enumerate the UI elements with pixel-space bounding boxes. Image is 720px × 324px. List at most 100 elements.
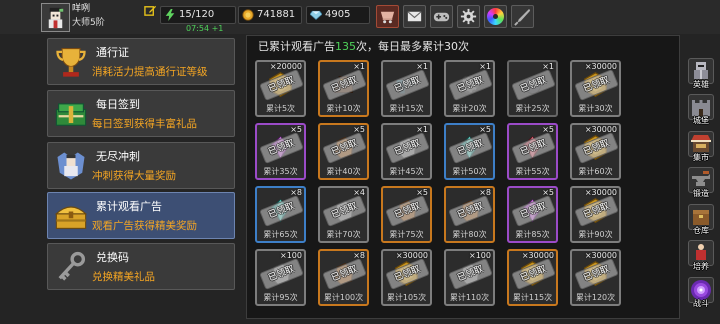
sidebar-item-label: 战斗	[693, 299, 709, 308]
sidebar-item-label: 锻造	[693, 189, 709, 198]
menu-item-title: 无尽冲刺	[96, 150, 140, 163]
sidebar-item-castle[interactable]: 城堡	[685, 94, 717, 127]
mail-icon	[404, 7, 425, 26]
menu-item-watch-ads[interactable]: 累计观看广告 观看广告获得精美奖励	[47, 192, 235, 239]
menu-item-battle-pass[interactable]: 通行证 消耗活力提高通行证等级	[47, 38, 235, 85]
menu-item-title: 通行证	[96, 46, 129, 59]
reward-label: 累计10次	[326, 104, 361, 113]
energy-counter[interactable]: 15/120	[160, 6, 236, 24]
reward-label: 累计75次	[389, 230, 424, 239]
gear-icon	[458, 7, 479, 26]
menu-item-subtitle: 消耗活力提高通行证等级	[92, 66, 208, 78]
reward-label: 累计30次	[578, 104, 613, 113]
reward-label: 累计90次	[578, 230, 613, 239]
reward-label: 累计95次	[263, 293, 298, 302]
sidebar-item-training[interactable]: 培养	[685, 240, 717, 273]
reward-label: 累计40次	[326, 167, 361, 176]
energy-value: 15/120	[179, 9, 215, 20]
reward-label: 累计25次	[515, 104, 550, 113]
reward-cell[interactable]: ×5 已领取 累计50次	[444, 123, 495, 180]
menu-item-endless-sprint[interactable]: 无尽冲刺 冲刺获得大量奖励	[47, 142, 235, 189]
reward-cell[interactable]: ×5 已领取 累计75次	[381, 186, 432, 243]
reward-cell[interactable]: ×30000 已领取 累计90次	[570, 186, 621, 243]
reward-cell[interactable]: ×20000 已领取 累计5次	[255, 60, 306, 117]
reward-cell[interactable]: ×1 已领取 累计10次	[318, 60, 369, 117]
color-wheel-icon	[487, 8, 504, 25]
reward-cell[interactable]: ×30000 已领取 累计105次	[381, 249, 432, 306]
reward-cell[interactable]: ×5 已领取 累计35次	[255, 123, 306, 180]
sidebar-item-label: 培养	[693, 262, 709, 271]
sidebar-item-label: 集市	[693, 153, 709, 162]
sidebar-item-battle[interactable]: 战斗	[685, 277, 717, 310]
sidebar-item-forge[interactable]: 锻造	[685, 167, 717, 200]
reward-cell[interactable]: ×1 已领取 累计25次	[507, 60, 558, 117]
settings-button[interactable]	[457, 5, 480, 28]
sidebar-item-market[interactable]: 集市	[685, 131, 717, 164]
sidebar-item-hero[interactable]: 英雄	[685, 58, 717, 91]
gold-counter[interactable]: 741881	[238, 6, 302, 24]
ad-watch-count: 135	[335, 40, 356, 53]
key-icon	[53, 249, 89, 285]
sidebar-item-label: 城堡	[693, 116, 709, 125]
theme-button[interactable]	[484, 5, 507, 28]
gem-value: 4905	[325, 9, 351, 20]
gold-value: 741881	[257, 9, 296, 20]
reward-cell[interactable]: ×8 已领取 累计65次	[255, 186, 306, 243]
quill-button[interactable]	[511, 5, 534, 28]
reward-cell[interactable]: ×8 已领取 累计100次	[318, 249, 369, 306]
reward-cell[interactable]: ×30000 已领取 累计115次	[507, 249, 558, 306]
avatar-icon[interactable]	[41, 3, 70, 32]
menu-item-subtitle: 观看广告获得精美奖励	[92, 220, 197, 232]
reward-cell[interactable]: ×100 已领取 累计95次	[255, 249, 306, 306]
gamepad-icon	[431, 7, 452, 26]
reward-label: 累计20次	[452, 104, 487, 113]
header-suffix: 次，每日最多累计30次	[356, 40, 469, 53]
menu-item-title: 每日签到	[96, 98, 140, 111]
quill-icon	[512, 7, 533, 26]
reward-label: 累计100次	[323, 293, 364, 302]
reward-label: 累计50次	[452, 167, 487, 176]
reward-cell[interactable]: ×30000 已领取 累计120次	[570, 249, 621, 306]
reward-cell[interactable]: ×8 已领取 累计80次	[444, 186, 495, 243]
reward-cell[interactable]: ×1 已领取 累计15次	[381, 60, 432, 117]
menu-item-subtitle: 每日签到获得丰富礼品	[92, 118, 197, 130]
reward-label: 累计85次	[515, 230, 550, 239]
mail-button[interactable]	[403, 5, 426, 28]
lightning-icon	[164, 9, 176, 21]
reward-amount: ×100	[469, 251, 491, 260]
reward-cell[interactable]: ×30000 已领取 累计60次	[570, 123, 621, 180]
reward-cell[interactable]: ×5 已领取 累计40次	[318, 123, 369, 180]
knight-icon	[53, 148, 89, 184]
menu-item-daily-checkin[interactable]: 每日签到 每日签到获得丰富礼品	[47, 90, 235, 137]
reward-cell[interactable]: ×1 已领取 累计20次	[444, 60, 495, 117]
reward-cell[interactable]: ×4 已领取 累计70次	[318, 186, 369, 243]
reward-cell[interactable]: ×100 已领取 累计110次	[444, 249, 495, 306]
reward-label: 累计65次	[263, 230, 298, 239]
reward-cell[interactable]: ×5 已领取 累计85次	[507, 186, 558, 243]
menu-item-redeem-code[interactable]: 兑换码 兑换精美礼品	[47, 243, 235, 290]
reward-label: 累计115次	[512, 293, 553, 302]
player-rank: 大师5阶	[72, 18, 105, 28]
reward-cell[interactable]: ×1 已领取 累计45次	[381, 123, 432, 180]
reward-label: 累计45次	[389, 167, 424, 176]
menu-item-subtitle: 冲刺获得大量奖励	[92, 170, 176, 182]
trophy-icon	[53, 44, 89, 80]
green-book-icon	[53, 96, 89, 132]
shop-button[interactable]	[376, 5, 399, 28]
reward-amount: ×100	[280, 251, 302, 260]
menu-item-title: 累计观看广告	[96, 200, 162, 213]
header-prefix: 已累计观看广告	[258, 40, 335, 53]
coin-icon	[242, 9, 254, 21]
games-button[interactable]	[430, 5, 453, 28]
ad-progress-header: 已累计观看广告135次，每日最多累计30次	[258, 40, 469, 54]
reward-cell[interactable]: ×5 已领取 累计55次	[507, 123, 558, 180]
ad-reward-panel: 已累计观看广告135次，每日最多累计30次 ×20000 已领取 累计5次 ×1 已领取…	[246, 35, 680, 319]
energy-timer: 07:54 +1	[186, 24, 224, 33]
menu-item-title: 兑换码	[96, 251, 129, 264]
reward-cell[interactable]: ×30000 已领取 累计30次	[570, 60, 621, 117]
gem-counter[interactable]: 4905	[306, 6, 370, 24]
sidebar-item-label: 仓库	[693, 226, 709, 235]
reward-label: 累计70次	[326, 230, 361, 239]
sidebar-item-warehouse[interactable]: 仓库	[685, 204, 717, 237]
edit-icon[interactable]	[144, 4, 157, 17]
